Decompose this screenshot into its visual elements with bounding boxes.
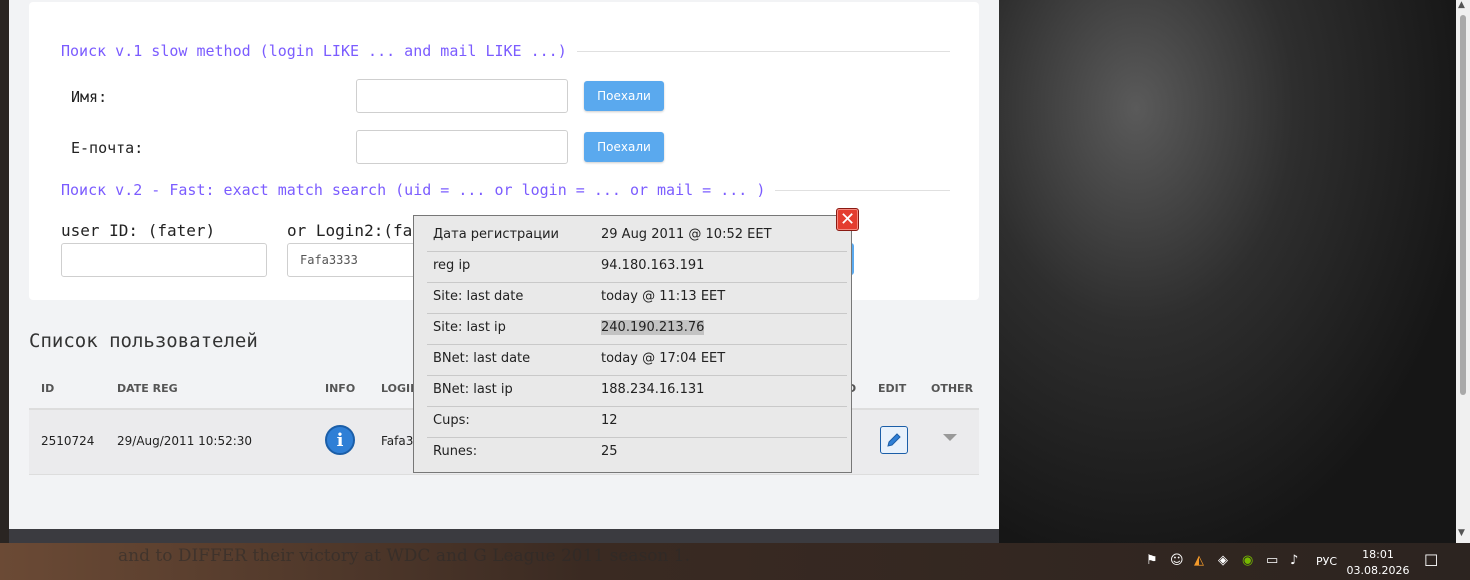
popup-key: BNet: last ip: [433, 382, 513, 397]
cell-id: 2510724: [41, 434, 95, 448]
col-edit[interactable]: EDIT: [878, 382, 906, 395]
popup-value: 12: [601, 413, 618, 428]
popup-value: 240.190.213.76: [601, 320, 705, 335]
windows-taskbar: and to DIFFER their victory at WDC and G…: [0, 543, 1470, 580]
search-v1-title-text: Поиск v.1 slow method (login LIKE ... an…: [61, 42, 567, 60]
col-date-reg[interactable]: DATE REG: [117, 382, 178, 395]
shield-icon[interactable]: ◈: [1218, 553, 1228, 568]
popup-key: BNet: last date: [433, 351, 531, 366]
email-label: E-почта:: [71, 139, 144, 157]
popup-row: BNet: last ip 188.234.16.131: [427, 375, 847, 407]
search-email-button[interactable]: Поехали: [584, 132, 664, 162]
discord-icon[interactable]: ☺: [1170, 553, 1184, 568]
users-list-title: Список пользователей: [29, 330, 258, 352]
audio-app-icon[interactable]: ◭: [1194, 553, 1204, 568]
popup-key: Дата регистрации: [433, 227, 560, 242]
popup-value: 188.234.16.131: [601, 382, 705, 397]
popup-key: reg ip: [433, 258, 471, 273]
close-icon[interactable]: ✕: [836, 208, 859, 231]
popup-value: 29 Aug 2011 @ 10:52 EET: [601, 227, 772, 242]
email-input[interactable]: [356, 130, 568, 164]
popup-value: 25: [601, 444, 618, 459]
search-v1-title: Поиск v.1 slow method (login LIKE ... an…: [61, 42, 950, 60]
popup-row: Site: last date today @ 11:13 EET: [427, 282, 847, 314]
cell-date-reg: 29/Aug/2011 10:52:30: [117, 434, 253, 448]
info-icon[interactable]: i: [325, 425, 355, 455]
tray-app-icon[interactable]: ⚑: [1146, 553, 1158, 568]
page-footer-bar: [9, 529, 999, 543]
col-info[interactable]: INFO: [325, 382, 355, 395]
clock-time: 18:01: [1362, 548, 1394, 561]
scroll-up-icon[interactable]: ▲: [1458, 0, 1465, 10]
uid-input[interactable]: [61, 243, 267, 277]
edit-pencil-icon[interactable]: [880, 426, 908, 454]
popup-row: Cups: 12: [427, 406, 847, 438]
cell-login: Fafa3: [381, 434, 414, 448]
language-indicator[interactable]: РУС: [1316, 555, 1337, 568]
background-caption: and to DIFFER their victory at WDC and G…: [118, 546, 691, 566]
popup-row: Runes: 25: [427, 437, 847, 468]
user-info-popup: Дата регистрации 29 Aug 2011 @ 10:52 EET r…: [413, 215, 852, 473]
popup-key: Runes:: [433, 444, 478, 459]
popup-key: Site: last date: [433, 289, 524, 304]
search-v2-title: Поиск v.2 - Fast: exact match search (ui…: [61, 181, 951, 199]
system-clock[interactable]: 18:01 03.08.2026: [1344, 547, 1412, 579]
popup-key: Site: last ip: [433, 320, 506, 335]
divider: [775, 189, 951, 191]
uid-label: user ID: (fater): [61, 221, 216, 240]
chevron-down-icon[interactable]: [943, 434, 957, 441]
search-name-button[interactable]: Поехали: [584, 81, 664, 111]
page-scrollbar[interactable]: ▲ ▼: [1456, 0, 1470, 543]
login-label: or Login2:(fa: [287, 221, 413, 240]
col-other[interactable]: OTHER: [931, 382, 973, 395]
scroll-down-icon[interactable]: ▼: [1458, 528, 1465, 538]
volume-icon[interactable]: ♪: [1290, 553, 1298, 568]
scrollbar-thumb[interactable]: [1460, 15, 1466, 395]
popup-row: BNet: last date today @ 17:04 EET: [427, 344, 847, 376]
clock-date: 03.08.2026: [1346, 564, 1410, 577]
popup-value: 94.180.163.191: [601, 258, 705, 273]
popup-value: today @ 17:04 EET: [601, 351, 726, 366]
divider: [576, 50, 950, 52]
popup-key: Cups:: [433, 413, 470, 428]
network-icon[interactable]: ▭: [1266, 553, 1278, 568]
popup-value: today @ 11:13 EET: [601, 289, 726, 304]
popup-row: Site: last ip 240.190.213.76: [427, 313, 847, 345]
background-strip: [0, 0, 9, 543]
search-v2-title-text: Поиск v.2 - Fast: exact match search (ui…: [61, 181, 766, 199]
pencil-icon: [887, 433, 901, 447]
col-id[interactable]: ID: [41, 382, 54, 395]
background-art: [999, 0, 1456, 543]
popup-row: reg ip 94.180.163.191: [427, 251, 847, 283]
popup-row: Дата регистрации 29 Aug 2011 @ 10:52 EET: [427, 220, 847, 252]
name-input[interactable]: [356, 79, 568, 113]
nvidia-icon[interactable]: ◉: [1242, 553, 1253, 568]
name-label: Имя:: [71, 88, 108, 106]
notifications-icon[interactable]: ☐: [1424, 551, 1438, 570]
